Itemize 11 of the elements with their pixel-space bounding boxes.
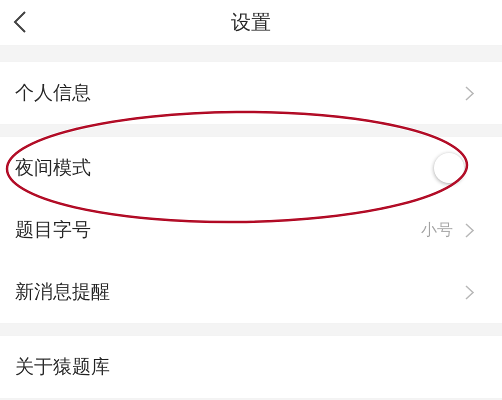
- page-title: 设置: [231, 9, 271, 36]
- setting-label: 夜间模式: [15, 156, 92, 181]
- setting-label: 个人信息: [15, 81, 92, 106]
- setting-label: 新消息提醒: [15, 280, 111, 305]
- chevron-right-icon: [465, 222, 474, 238]
- chevron-right-icon: [465, 284, 474, 300]
- setting-value: 小号: [421, 220, 453, 240]
- setting-label: 关于猿题库: [15, 355, 111, 380]
- chevron-right-icon: [465, 86, 474, 100]
- setting-label: 题目字号: [15, 218, 92, 243]
- back-icon[interactable]: [12, 10, 28, 34]
